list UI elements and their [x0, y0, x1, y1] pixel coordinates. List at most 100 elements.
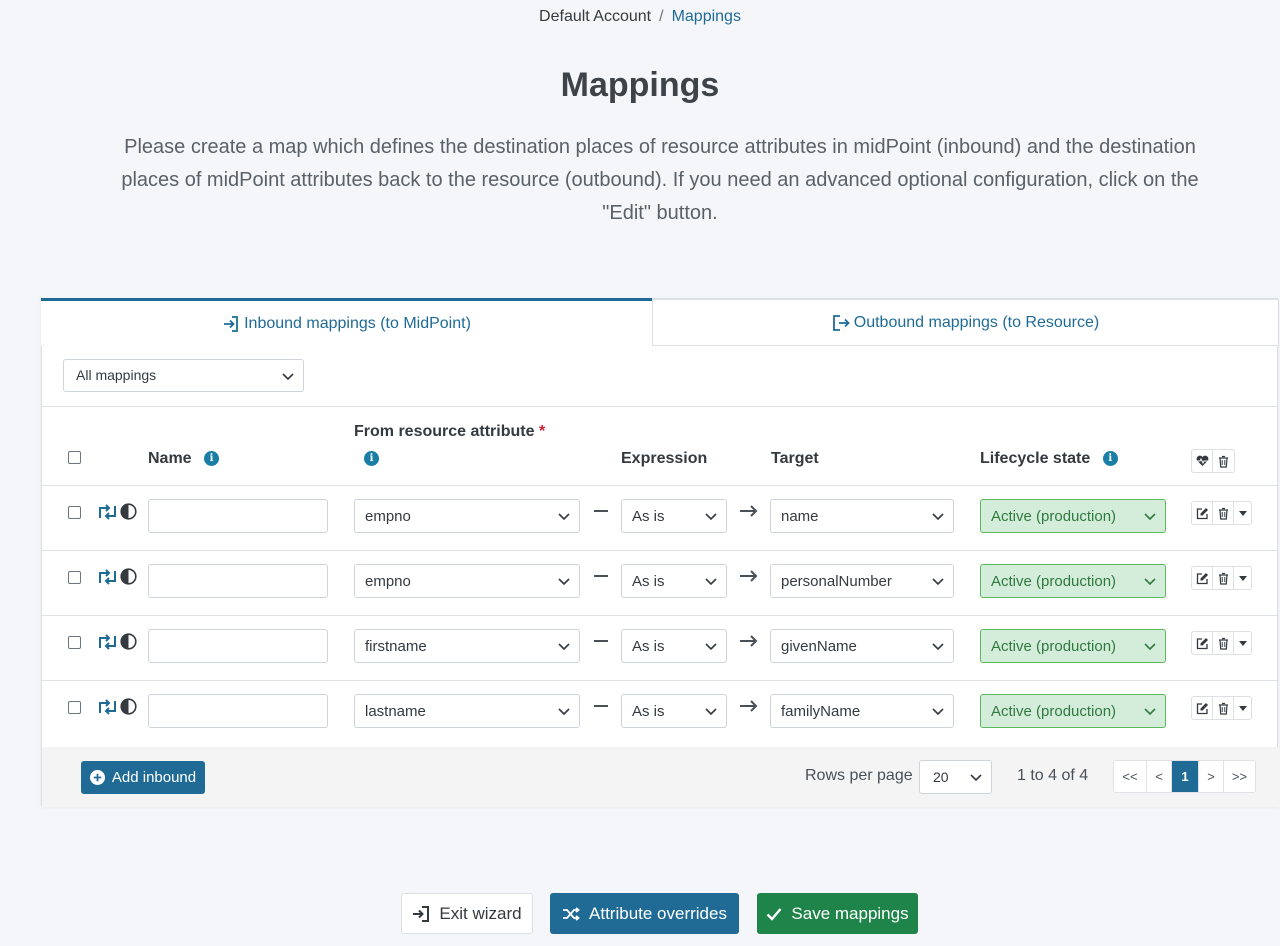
expression-select[interactable]: As is	[621, 629, 727, 663]
name-input[interactable]	[148, 499, 328, 533]
half-circle-icon	[120, 503, 137, 520]
add-inbound-label: Add inbound	[111, 769, 197, 786]
chevron-down-icon	[932, 578, 944, 586]
caret-down-icon	[1238, 705, 1247, 711]
save-mappings-button[interactable]: Save mappings	[757, 893, 918, 934]
row-checkbox[interactable]	[68, 506, 81, 519]
target-select[interactable]: personalNumber	[770, 564, 954, 598]
tab-outbound[interactable]: Outbound mappings (to Resource)	[652, 299, 1279, 346]
info-icon[interactable]: i	[1102, 451, 1118, 467]
mappings-panel: Inbound mappings (to MidPoint) Outbound …	[41, 298, 1279, 807]
edit-button[interactable]	[1192, 632, 1213, 654]
column-lifecycle-label: Lifecycle state	[980, 450, 1091, 467]
table-footer: Add inbound Rows per page 20 1 to 4 of 4…	[42, 747, 1279, 807]
breadcrumb-parent[interactable]: Default Account	[539, 8, 651, 25]
check-icon	[767, 907, 782, 921]
rows-per-page-select[interactable]: 20	[919, 760, 992, 794]
more-actions-dropdown[interactable]	[1234, 502, 1251, 524]
column-name-label: Name	[148, 450, 192, 467]
add-inbound-button[interactable]: Add inbound	[81, 761, 205, 794]
page-prev-button[interactable]: <	[1147, 761, 1172, 792]
chevron-down-icon	[1144, 513, 1156, 521]
name-input[interactable]	[148, 564, 328, 598]
breadcrumb-separator: /	[659, 8, 664, 25]
page-first-button[interactable]: <<	[1114, 761, 1147, 792]
table-row: lastname As is familyName Active (produc…	[42, 680, 1279, 745]
tab-inbound-label: Inbound mappings (to MidPoint)	[244, 314, 471, 332]
lifecycle-state-value: Active (production)	[991, 508, 1117, 525]
info-icon[interactable]: i	[204, 451, 220, 467]
caret-down-icon	[1238, 640, 1247, 646]
info-icon[interactable]: i	[364, 451, 379, 466]
from-attribute-select[interactable]: empno	[354, 499, 580, 533]
table-row: firstname As is givenName Active (produc…	[42, 615, 1279, 680]
header-actions	[1191, 449, 1235, 473]
chevron-down-icon	[932, 708, 944, 716]
lifecycle-state-value: Active (production)	[991, 638, 1117, 655]
more-actions-dropdown[interactable]	[1234, 697, 1251, 719]
name-input[interactable]	[148, 629, 328, 663]
target-value: givenName	[781, 638, 857, 655]
lifecycle-state-select[interactable]: Active (production)	[980, 564, 1166, 598]
select-all-checkbox[interactable]	[68, 451, 81, 464]
chevron-down-icon	[705, 643, 717, 651]
required-mark: *	[538, 423, 546, 440]
row-actions	[1191, 501, 1252, 525]
expression-value: As is	[632, 573, 665, 590]
delete-all-button[interactable]	[1213, 450, 1234, 472]
target-select[interactable]: familyName	[770, 694, 954, 728]
heart-pulse-button[interactable]	[1192, 450, 1213, 472]
lifecycle-state-select[interactable]: Active (production)	[980, 499, 1166, 533]
mapping-type-icons	[97, 698, 137, 715]
chevron-down-icon	[558, 578, 570, 586]
row-checkbox[interactable]	[68, 636, 81, 649]
row-checkbox[interactable]	[68, 701, 81, 714]
delete-button[interactable]	[1213, 632, 1234, 654]
mapping-type-icons	[97, 568, 137, 585]
mapping-filter-select[interactable]: All mappings	[63, 359, 304, 392]
chevron-down-icon	[1144, 643, 1156, 651]
delete-button[interactable]	[1213, 697, 1234, 719]
rows-per-page-value: 20	[933, 769, 949, 785]
target-value: name	[781, 508, 819, 525]
expression-select[interactable]: As is	[621, 499, 727, 533]
more-actions-dropdown[interactable]	[1234, 632, 1251, 654]
expression-select[interactable]: As is	[621, 564, 727, 598]
pagination: << < 1 > >>	[1113, 760, 1256, 793]
delete-button[interactable]	[1213, 502, 1234, 524]
plus-circle-icon	[89, 770, 105, 785]
target-select[interactable]: givenName	[770, 629, 954, 663]
chevron-down-icon	[932, 513, 944, 521]
from-attribute-select[interactable]: firstname	[354, 629, 580, 663]
column-header-target: Target	[771, 450, 819, 467]
expression-select[interactable]: As is	[621, 694, 727, 728]
exit-wizard-button[interactable]: Exit wizard	[401, 893, 533, 934]
lifecycle-state-select[interactable]: Active (production)	[980, 629, 1166, 663]
half-circle-icon	[120, 698, 137, 715]
edit-button[interactable]	[1192, 567, 1213, 589]
edit-button[interactable]	[1192, 697, 1213, 719]
from-attribute-select[interactable]: empno	[354, 564, 580, 598]
tab-inbound[interactable]: Inbound mappings (to MidPoint)	[41, 298, 652, 346]
lifecycle-state-select[interactable]: Active (production)	[980, 694, 1166, 728]
caret-down-icon	[1238, 575, 1247, 581]
target-value: familyName	[781, 703, 861, 720]
attribute-overrides-button[interactable]: Attribute overrides	[550, 893, 739, 934]
from-attribute-select[interactable]: lastname	[354, 694, 580, 728]
page-next-button[interactable]: >	[1199, 761, 1224, 792]
name-input[interactable]	[148, 694, 328, 728]
breadcrumb-current[interactable]: Mappings	[672, 8, 741, 25]
more-actions-dropdown[interactable]	[1234, 567, 1251, 589]
dash-separator	[594, 510, 608, 512]
shuffle-icon	[563, 906, 580, 921]
edit-button[interactable]	[1192, 502, 1213, 524]
expression-value: As is	[632, 638, 665, 655]
column-header-name: Name i	[148, 450, 220, 468]
target-select[interactable]: name	[770, 499, 954, 533]
lifecycle-state-value: Active (production)	[991, 573, 1117, 590]
page-last-button[interactable]: >>	[1224, 761, 1255, 792]
page-current-button[interactable]: 1	[1172, 761, 1199, 792]
save-mappings-label: Save mappings	[791, 903, 909, 923]
row-checkbox[interactable]	[68, 571, 81, 584]
delete-button[interactable]	[1213, 567, 1234, 589]
